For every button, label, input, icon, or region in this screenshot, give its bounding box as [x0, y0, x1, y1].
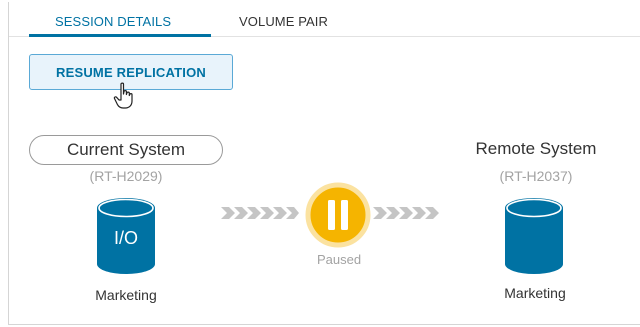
- remote-database-icon: [505, 198, 563, 274]
- current-volume-label: Marketing: [95, 287, 157, 303]
- io-label: I/O: [113, 228, 138, 248]
- hand-pointer-icon: [113, 82, 133, 109]
- active-tab-indicator: [29, 34, 211, 37]
- replication-status: Paused: [316, 252, 362, 267]
- current-system-label: Current System: [29, 135, 223, 165]
- remote-system-label: Remote System: [475, 139, 597, 158]
- tab-volume-pair[interactable]: VOLUME PAIR: [239, 14, 328, 29]
- tab-bar: SESSION DETAILS VOLUME PAIR: [9, 2, 640, 37]
- pause-icon: [305, 182, 371, 248]
- tab-session-details[interactable]: SESSION DETAILS: [55, 14, 171, 29]
- remote-volume-label: Marketing: [504, 285, 566, 301]
- replication-panel: SESSION DETAILS VOLUME PAIR RESUME REPLI…: [8, 2, 640, 325]
- current-system-id: (RT-H2029): [89, 168, 163, 184]
- remote-system-id: (RT-H2037): [499, 168, 573, 184]
- chevron-arrows-icon: [221, 207, 299, 219]
- chevron-arrows-icon-right: [373, 207, 439, 219]
